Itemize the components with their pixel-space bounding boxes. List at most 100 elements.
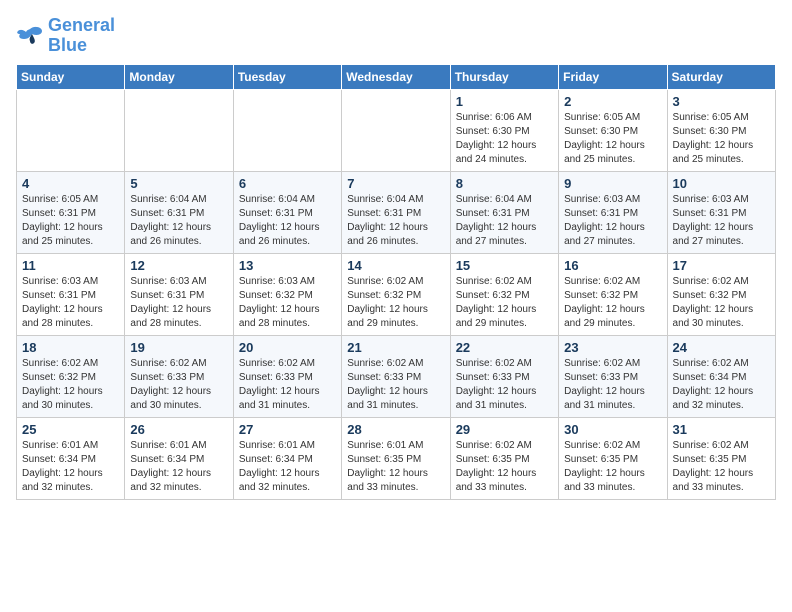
day-info: Sunrise: 6:03 AM Sunset: 6:31 PM Dayligh… [673,193,770,249]
day-number: 24 [673,340,770,355]
day-info: Sunrise: 6:04 AM Sunset: 6:31 PM Dayligh… [239,193,336,249]
calendar-cell [342,89,450,171]
day-info: Sunrise: 6:02 AM Sunset: 6:33 PM Dayligh… [564,357,661,413]
day-info: Sunrise: 6:01 AM Sunset: 6:35 PM Dayligh… [347,439,444,495]
day-number: 6 [239,176,336,191]
calendar-cell [17,89,125,171]
day-info: Sunrise: 6:02 AM Sunset: 6:33 PM Dayligh… [347,357,444,413]
day-number: 20 [239,340,336,355]
day-number: 16 [564,258,661,273]
day-number: 21 [347,340,444,355]
day-info: Sunrise: 6:05 AM Sunset: 6:31 PM Dayligh… [22,193,119,249]
day-info: Sunrise: 6:04 AM Sunset: 6:31 PM Dayligh… [456,193,553,249]
calendar-cell [125,89,233,171]
calendar-cell: 26 Sunrise: 6:01 AM Sunset: 6:34 PM Dayli… [125,417,233,499]
day-number: 9 [564,176,661,191]
day-info: Sunrise: 6:02 AM Sunset: 6:33 PM Dayligh… [456,357,553,413]
day-number: 31 [673,422,770,437]
day-header-monday: Monday [125,64,233,89]
calendar-cell: 30Sunrise: 6:02 AM Sunset: 6:35 PM Dayli… [559,417,667,499]
day-info: Sunrise: 6:04 AM Sunset: 6:31 PM Dayligh… [347,193,444,249]
day-info: Sunrise: 6:02 AM Sunset: 6:32 PM Dayligh… [673,275,770,331]
day-info: Sunrise: 6:02 AM Sunset: 6:35 PM Dayligh… [456,439,553,495]
calendar-table: SundayMondayTuesdayWednesdayThursdayFrid… [16,64,776,500]
day-info: Sunrise: 6:04 AM Sunset: 6:31 PM Dayligh… [130,193,227,249]
day-number: 5 [130,176,227,191]
day-info: Sunrise: 6:01 AM Sunset: 6:34 PM Dayligh… [22,439,119,495]
day-number: 30 [564,422,661,437]
logo-text: General Blue [48,16,115,56]
day-info: Sunrise: 6:03 AM Sunset: 6:31 PM Dayligh… [22,275,119,331]
calendar-cell: 31Sunrise: 6:02 AM Sunset: 6:35 PM Dayli… [667,417,775,499]
calendar-cell: 25 Sunrise: 6:01 AM Sunset: 6:34 PM Dayli… [17,417,125,499]
calendar-cell: 7Sunrise: 6:04 AM Sunset: 6:31 PM Daylig… [342,171,450,253]
day-number: 23 [564,340,661,355]
calendar-cell: 22 Sunrise: 6:02 AM Sunset: 6:33 PM Dayli… [450,335,558,417]
day-info: Sunrise: 6:05 AM Sunset: 6:30 PM Dayligh… [673,111,770,167]
calendar-cell: 4 Sunrise: 6:05 AM Sunset: 6:31 PM Daylig… [17,171,125,253]
day-number: 26 [130,422,227,437]
day-number: 29 [456,422,553,437]
calendar-cell: 28 Sunrise: 6:01 AM Sunset: 6:35 PM Dayli… [342,417,450,499]
calendar-cell: 1Sunrise: 6:06 AM Sunset: 6:30 PM Daylig… [450,89,558,171]
header: General Blue [16,16,776,56]
calendar-cell: 19 Sunrise: 6:02 AM Sunset: 6:33 PM Dayli… [125,335,233,417]
calendar-cell: 8 Sunrise: 6:04 AM Sunset: 6:31 PM Daylig… [450,171,558,253]
calendar-body: 1Sunrise: 6:06 AM Sunset: 6:30 PM Daylig… [17,89,776,499]
day-info: Sunrise: 6:01 AM Sunset: 6:34 PM Dayligh… [239,439,336,495]
day-header-saturday: Saturday [667,64,775,89]
calendar-week-4: 18Sunrise: 6:02 AM Sunset: 6:32 PM Dayli… [17,335,776,417]
calendar-cell: 12 Sunrise: 6:03 AM Sunset: 6:31 PM Dayli… [125,253,233,335]
calendar-cell: 15 Sunrise: 6:02 AM Sunset: 6:32 PM Dayli… [450,253,558,335]
calendar-cell: 2 Sunrise: 6:05 AM Sunset: 6:30 PM Daylig… [559,89,667,171]
calendar-week-2: 4 Sunrise: 6:05 AM Sunset: 6:31 PM Daylig… [17,171,776,253]
day-number: 25 [22,422,119,437]
calendar-week-5: 25 Sunrise: 6:01 AM Sunset: 6:34 PM Dayli… [17,417,776,499]
calendar-header-row: SundayMondayTuesdayWednesdayThursdayFrid… [17,64,776,89]
day-number: 2 [564,94,661,109]
calendar-cell: 16 Sunrise: 6:02 AM Sunset: 6:32 PM Dayli… [559,253,667,335]
calendar-cell: 23 Sunrise: 6:02 AM Sunset: 6:33 PM Dayli… [559,335,667,417]
calendar-cell: 27 Sunrise: 6:01 AM Sunset: 6:34 PM Dayli… [233,417,341,499]
day-info: Sunrise: 6:03 AM Sunset: 6:31 PM Dayligh… [130,275,227,331]
day-number: 14 [347,258,444,273]
day-number: 4 [22,176,119,191]
day-info: Sunrise: 6:03 AM Sunset: 6:32 PM Dayligh… [239,275,336,331]
calendar-cell: 17Sunrise: 6:02 AM Sunset: 6:32 PM Dayli… [667,253,775,335]
day-info: Sunrise: 6:02 AM Sunset: 6:32 PM Dayligh… [456,275,553,331]
calendar-cell: 24 Sunrise: 6:02 AM Sunset: 6:34 PM Dayli… [667,335,775,417]
calendar-cell: 3 Sunrise: 6:05 AM Sunset: 6:30 PM Daylig… [667,89,775,171]
day-number: 28 [347,422,444,437]
day-info: Sunrise: 6:02 AM Sunset: 6:32 PM Dayligh… [564,275,661,331]
day-number: 8 [456,176,553,191]
day-number: 13 [239,258,336,273]
day-number: 22 [456,340,553,355]
day-info: Sunrise: 6:05 AM Sunset: 6:30 PM Dayligh… [564,111,661,167]
day-info: Sunrise: 6:03 AM Sunset: 6:31 PM Dayligh… [564,193,661,249]
day-info: Sunrise: 6:02 AM Sunset: 6:32 PM Dayligh… [22,357,119,413]
day-info: Sunrise: 6:02 AM Sunset: 6:32 PM Dayligh… [347,275,444,331]
logo: General Blue [16,16,115,56]
day-number: 1 [456,94,553,109]
calendar-cell: 29 Sunrise: 6:02 AM Sunset: 6:35 PM Dayli… [450,417,558,499]
day-number: 19 [130,340,227,355]
day-number: 27 [239,422,336,437]
day-info: Sunrise: 6:02 AM Sunset: 6:33 PM Dayligh… [130,357,227,413]
calendar-cell [233,89,341,171]
day-header-sunday: Sunday [17,64,125,89]
day-info: Sunrise: 6:02 AM Sunset: 6:34 PM Dayligh… [673,357,770,413]
day-info: Sunrise: 6:01 AM Sunset: 6:34 PM Dayligh… [130,439,227,495]
calendar-cell: 11 Sunrise: 6:03 AM Sunset: 6:31 PM Dayli… [17,253,125,335]
calendar-week-3: 11 Sunrise: 6:03 AM Sunset: 6:31 PM Dayli… [17,253,776,335]
day-header-friday: Friday [559,64,667,89]
day-number: 15 [456,258,553,273]
day-number: 12 [130,258,227,273]
calendar-cell: 21 Sunrise: 6:02 AM Sunset: 6:33 PM Dayli… [342,335,450,417]
day-info: Sunrise: 6:02 AM Sunset: 6:33 PM Dayligh… [239,357,336,413]
day-number: 10 [673,176,770,191]
day-number: 11 [22,258,119,273]
calendar-cell: 18Sunrise: 6:02 AM Sunset: 6:32 PM Dayli… [17,335,125,417]
day-header-tuesday: Tuesday [233,64,341,89]
day-number: 3 [673,94,770,109]
calendar-cell: 14 Sunrise: 6:02 AM Sunset: 6:32 PM Dayli… [342,253,450,335]
